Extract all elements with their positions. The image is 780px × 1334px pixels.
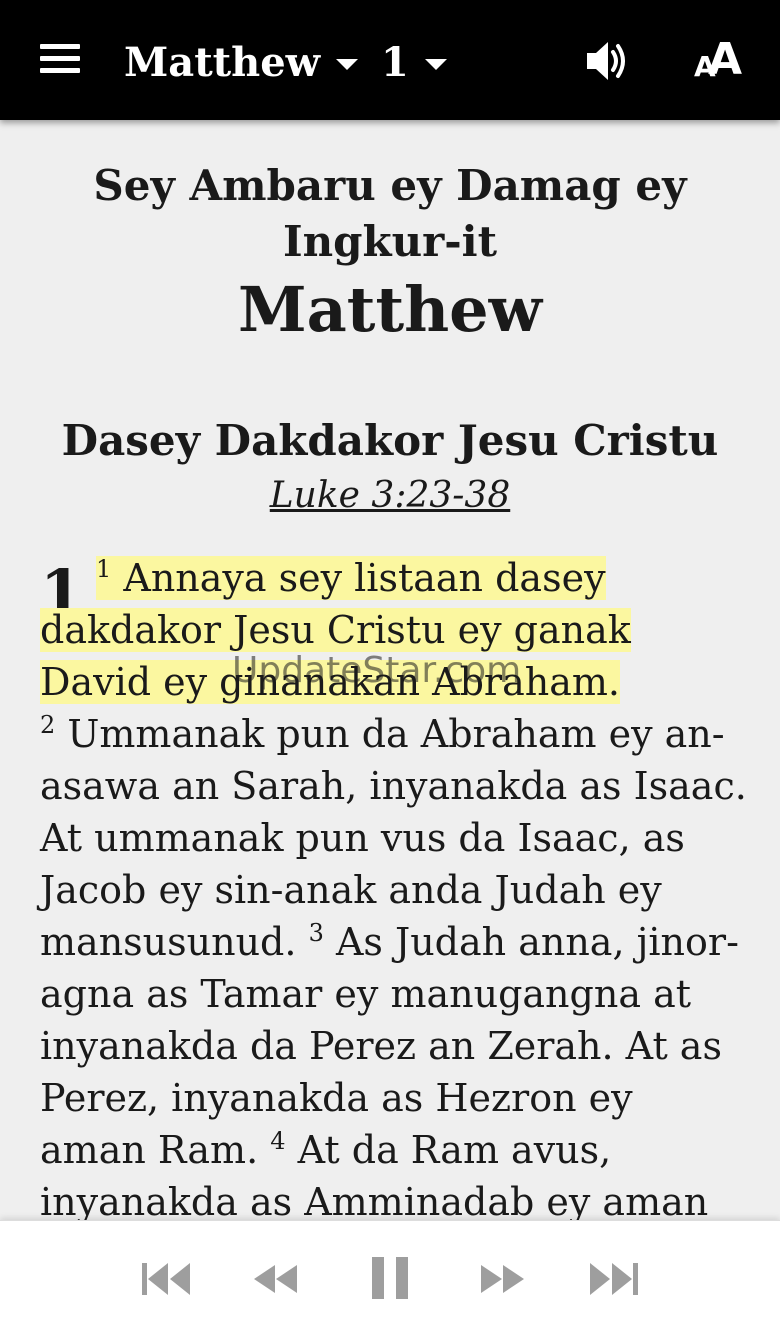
audio-player-bar — [0, 1220, 780, 1334]
rewind-icon[interactable] — [250, 1259, 300, 1299]
section-title: Dasey Dakdakor Jesu Cristu — [61, 416, 719, 465]
speaker-icon[interactable] — [584, 38, 630, 84]
book-heading: Sey Ambaru ey Damag ey Ingkur-it — [40, 158, 740, 270]
verse-number: 2 — [40, 711, 56, 739]
book-selector[interactable]: Matthew — [124, 32, 359, 92]
skip-next-icon[interactable] — [586, 1259, 640, 1299]
hamburger-menu-icon[interactable] — [40, 44, 82, 76]
chapter-selector[interactable]: 1 — [381, 32, 447, 92]
book-heading-line1: Sey Ambaru ey Damag ey — [93, 161, 687, 210]
verse-number: 4 — [270, 1127, 286, 1155]
top-app-bar: Matthew 1 A A — [0, 0, 780, 120]
pause-icon[interactable] — [370, 1255, 410, 1299]
skip-previous-icon[interactable] — [140, 1259, 194, 1299]
chapter-selector-label: 1 — [381, 38, 409, 86]
book-heading-line2: Ingkur-it — [282, 217, 498, 266]
verse-number: 3 — [308, 919, 324, 947]
watermark: UpdateStar.com — [232, 650, 522, 691]
chevron-down-icon — [336, 58, 359, 70]
reader-content[interactable]: Sey Ambaru ey Damag ey Ingkur-it Matthew… — [0, 120, 780, 1220]
text-size-icon[interactable]: A A — [692, 34, 748, 85]
book-title: Matthew — [238, 273, 542, 346]
chevron-down-icon — [424, 58, 447, 70]
book-selector-label: Matthew — [124, 38, 321, 86]
text-size-big-glyph: A — [708, 34, 743, 85]
verse-number: 1 — [96, 555, 112, 583]
fast-forward-icon[interactable] — [478, 1259, 528, 1299]
cross-reference-link[interactable]: Luke 3:23-38 — [40, 474, 740, 518]
verses-block: 2 Ummanak pun da Abraham ey an-asawa an … — [40, 708, 750, 1220]
